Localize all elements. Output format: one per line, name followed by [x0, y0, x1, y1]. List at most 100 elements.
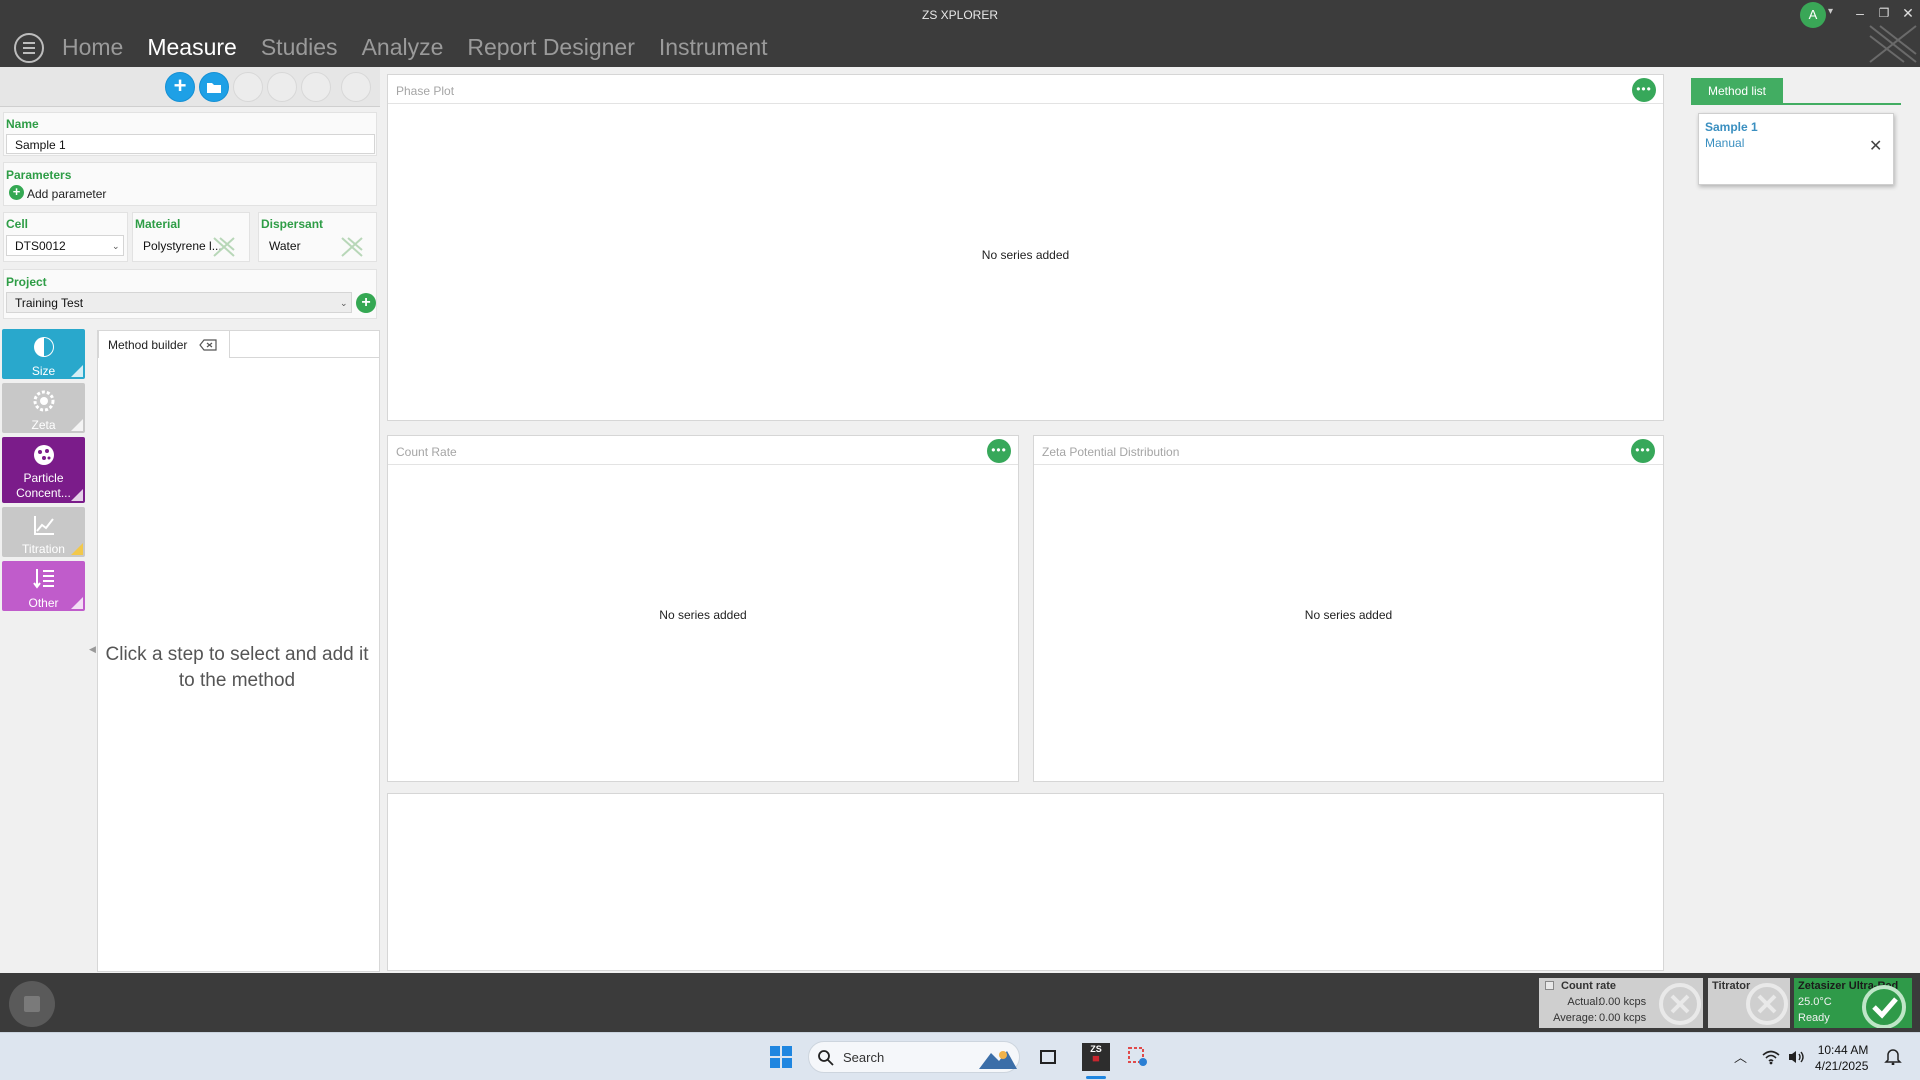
app-logo-icon — [1869, 25, 1917, 63]
zeta-icon — [33, 390, 55, 412]
instrument-status[interactable]: Zetasizer Ultra-Red 25.0°C Ready — [1794, 978, 1912, 1028]
particle-concentration-icon — [34, 445, 54, 465]
snipping-tool-icon[interactable] — [1126, 1045, 1150, 1069]
phase-plot-empty-text: No series added — [981, 248, 1070, 262]
dispersant-database-icon[interactable] — [340, 236, 364, 258]
ready-check-icon — [1862, 985, 1906, 1028]
clear-icon[interactable] — [199, 339, 217, 351]
task-view-icon[interactable] — [1038, 1047, 1058, 1067]
results-panel — [387, 793, 1664, 971]
windows-start-icon[interactable] — [770, 1046, 792, 1068]
measure-toolbar: + — [0, 67, 380, 107]
taskbar-search[interactable]: Search — [808, 1041, 1020, 1073]
clock-date: 4/21/2025 — [1815, 1059, 1869, 1073]
notification-icon[interactable] — [1884, 1047, 1902, 1065]
method-list-panel — [1668, 67, 1920, 973]
add-parameter-link[interactable]: Add parameter — [27, 187, 106, 201]
method-placeholder-text: Click a step to select and add it to the… — [105, 644, 369, 691]
cell-label: Cell — [6, 217, 29, 231]
titrator-status-title: Titrator — [1712, 980, 1751, 992]
collapse-arrow-icon[interactable]: ◀ — [89, 644, 96, 655]
taskbar-clock[interactable]: 10:44 AM 4/21/2025 — [1815, 1042, 1868, 1074]
wifi-icon[interactable] — [1762, 1049, 1780, 1065]
add-project-button[interactable]: + — [356, 293, 376, 313]
os-taskbar: Search ZS ▀ ︿ 10:44 AM 4/21/2025 — [0, 1032, 1920, 1080]
actual-value: 0.00 kcps — [1599, 996, 1647, 1008]
tab-underline — [1691, 103, 1901, 105]
zeta-distribution-more-button[interactable]: ••• — [1631, 439, 1655, 463]
search-icon — [818, 1050, 834, 1066]
open-folder-button[interactable] — [199, 72, 229, 102]
zeta-distribution-empty-text: No series added — [1304, 608, 1393, 622]
nav-instrument[interactable]: Instrument — [659, 34, 768, 61]
method-tile-size[interactable]: Size — [2, 329, 85, 379]
name-field[interactable]: Sample 1 — [6, 134, 375, 154]
close-window-icon[interactable]: ✕ — [1898, 4, 1918, 22]
cell-dropdown[interactable]: DTS0012 — [6, 235, 124, 256]
other-icon — [33, 569, 54, 589]
phase-plot-panel: Phase Plot No series added ••• — [387, 74, 1664, 421]
name-label: Name — [6, 117, 39, 131]
material-database-icon[interactable] — [212, 236, 236, 258]
method-tile-zeta[interactable]: Zeta — [2, 383, 85, 433]
new-measurement-button[interactable]: + — [165, 72, 195, 102]
volume-icon[interactable] — [1787, 1049, 1805, 1065]
phase-plot-more-button[interactable]: ••• — [1632, 78, 1656, 102]
instrument-state: Ready — [1798, 1012, 1830, 1024]
instrument-temperature: 25.0°C — [1798, 996, 1832, 1008]
stop-measurement-button[interactable] — [9, 981, 55, 1027]
dispersant-label: Dispersant — [261, 217, 324, 231]
chevron-down-icon[interactable]: ⌄ — [340, 298, 348, 309]
menu-icon[interactable] — [14, 33, 44, 63]
count-rate-status[interactable]: Count rate Actual: 0.00 kcps Average: 0.… — [1539, 978, 1703, 1028]
method-tile-particle-concentration[interactable]: Particle Concent... — [2, 437, 85, 503]
disconnected-icon — [1746, 983, 1788, 1025]
count-rate-title: Count Rate — [396, 445, 457, 459]
tab-method-list[interactable]: Method list — [1691, 78, 1783, 104]
title-bar: ZS XPLORER Home Measure Studies Analyze … — [0, 0, 1920, 67]
method-tile-other[interactable]: Other — [2, 561, 85, 611]
active-app-indicator — [1086, 1076, 1106, 1079]
method-item-name: Sample 1 — [1705, 120, 1758, 134]
tab-method-builder[interactable]: Method builder — [98, 330, 230, 358]
method-list-item[interactable]: Sample 1 Manual ✕ — [1698, 113, 1894, 185]
phase-plot-title: Phase Plot — [396, 84, 455, 98]
project-dropdown[interactable]: Training Test — [6, 292, 352, 313]
add-parameter-icon[interactable]: + — [9, 185, 24, 200]
project-label: Project — [6, 275, 47, 289]
count-rate-status-title: Count rate — [1561, 980, 1616, 992]
toolbar-disabled-button[interactable] — [301, 72, 331, 102]
checkbox-icon[interactable] — [1545, 981, 1554, 990]
nav-analyze[interactable]: Analyze — [362, 34, 444, 61]
restore-icon[interactable]: ❐ — [1874, 4, 1894, 22]
toolbar-disabled-button[interactable] — [233, 72, 263, 102]
method-tile-titration[interactable]: Titration — [2, 507, 85, 557]
user-avatar[interactable]: A — [1800, 2, 1826, 28]
minimize-icon[interactable]: – — [1850, 4, 1870, 22]
zs-xplorer-taskbar-icon[interactable]: ZS ▀ — [1082, 1043, 1110, 1071]
dispersant-dropdown[interactable]: Water — [261, 236, 351, 258]
nav-studies[interactable]: Studies — [261, 34, 338, 61]
toolbar-disabled-button[interactable] — [341, 72, 371, 102]
remove-method-icon[interactable]: ✕ — [1869, 136, 1882, 156]
main-nav: Home Measure Studies Analyze Report Desi… — [62, 34, 768, 61]
search-label: Search — [843, 1050, 885, 1065]
search-highlight-icon — [979, 1051, 1017, 1069]
material-label: Material — [135, 217, 181, 231]
count-rate-more-button[interactable]: ••• — [987, 439, 1011, 463]
nav-home[interactable]: Home — [62, 34, 123, 61]
titrator-status[interactable]: Titrator — [1708, 978, 1790, 1028]
titration-icon — [34, 516, 54, 535]
count-rate-panel: Count Rate No series added ••• — [387, 435, 1019, 782]
toolbar-disabled-button[interactable] — [267, 72, 297, 102]
zeta-distribution-panel: Zeta Potential Distribution No series ad… — [1033, 435, 1664, 782]
app-title: ZS XPLORER — [921, 8, 999, 22]
chevron-down-icon[interactable]: ⌄ — [112, 241, 120, 252]
nav-report-designer[interactable]: Report Designer — [467, 34, 634, 61]
tab-label: Method builder — [108, 338, 188, 352]
chevron-down-icon[interactable]: ▾ — [1828, 6, 1833, 17]
clock-time: 10:44 AM — [1817, 1043, 1869, 1057]
nav-measure[interactable]: Measure — [147, 34, 236, 61]
average-value: 0.00 kcps — [1599, 1012, 1647, 1024]
chevron-up-icon[interactable]: ︿ — [1734, 1047, 1747, 1066]
